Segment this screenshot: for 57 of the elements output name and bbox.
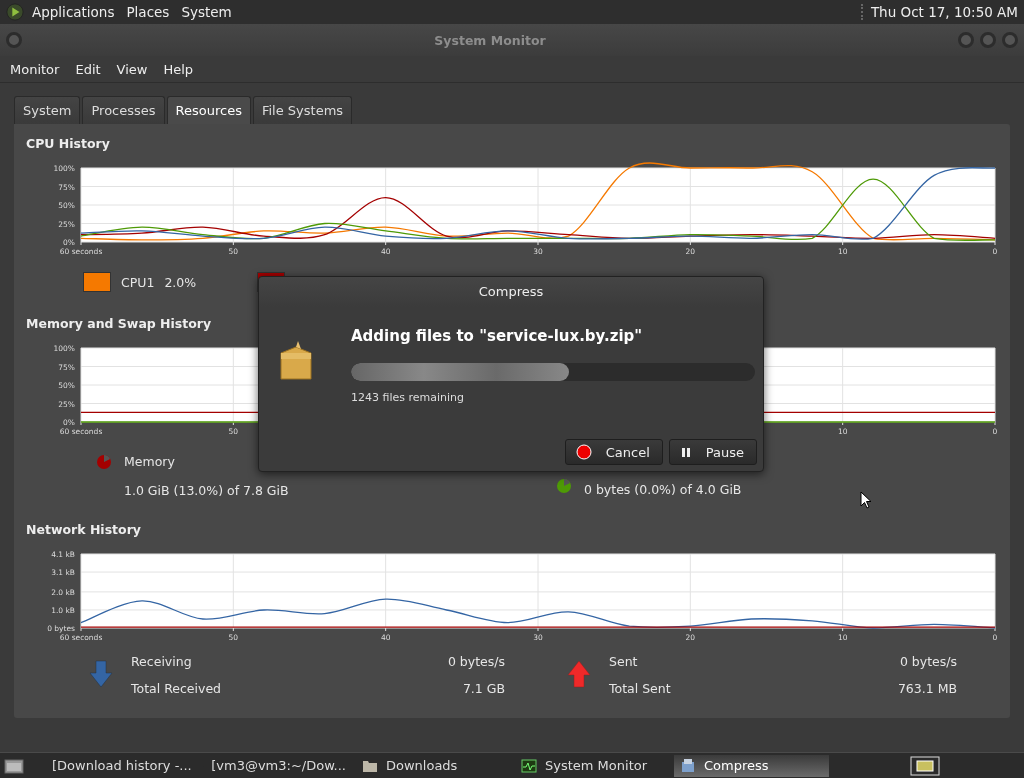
legend-value: 0 bytes/s [447,654,505,669]
legend-value: 7.1 GB [461,681,505,696]
play-icon[interactable] [6,3,24,21]
workspace-switcher-icon[interactable] [910,755,940,776]
package-icon [279,341,313,381]
section-title: Memory and Swap History [26,316,212,333]
legend-label: Total Received [131,681,223,696]
legend-value: 1.0 GiB (13.0%) of 7.8 GiB [124,483,289,498]
menu-item[interactable]: Monitor [4,59,66,79]
panel-menu[interactable]: System [181,4,232,20]
tab[interactable]: Resources [166,96,251,124]
close-button[interactable] [1002,32,1018,48]
pause-icon [679,446,692,458]
chart-icon [521,757,537,774]
maximize-button[interactable] [980,32,996,48]
tab[interactable]: File Systems [252,96,353,124]
tab[interactable]: Processes [82,96,165,124]
legend-label: Memory [124,454,176,469]
section-title: CPU History [26,136,110,153]
color-swatch[interactable] [83,272,111,292]
dialog-heading: Adding files to "service-lux.by.zip" [351,327,644,345]
taskbar-item[interactable]: [vm3@vm3:~/Dow... [197,754,352,777]
taskbar-item[interactable]: Compress [674,754,829,777]
menu-item[interactable]: View [110,59,154,79]
dialog-title: Compress [259,277,763,307]
desktop-icon[interactable] [4,757,24,774]
legend-value: 0 bytes (0.0%) of 4.0 GiB [584,482,742,497]
taskbar-item[interactable]: [Download history -... [38,754,193,777]
archive-icon [680,757,696,774]
clock[interactable]: Thu Oct 17, 10:50 AM [860,4,1018,20]
menu-item[interactable]: Help [157,59,200,79]
legend-label: Receiving [131,654,193,669]
window-menu-icon[interactable] [6,32,22,48]
legend-label: Sent [609,654,639,669]
mouse-pointer-icon [860,491,872,509]
cancel-button[interactable]: Cancel [564,439,663,465]
taskbar-item[interactable]: Downloads [356,754,511,777]
taskbar-item[interactable]: System Monitor [515,754,670,777]
window-title: System Monitor [433,32,547,48]
tab[interactable]: System [14,96,81,124]
status-text: 1243 files remaining [351,391,465,404]
stop-icon [575,444,592,460]
section-title: Network History [26,522,141,539]
legend-label: Total Sent [609,681,672,696]
menu-item[interactable]: Edit [69,59,107,79]
legend-label: CPU1 [121,274,155,290]
up-arrow-icon[interactable] [567,660,591,688]
pause-button[interactable]: Pause [668,439,757,465]
pie-icon[interactable] [96,454,112,470]
minimize-button[interactable] [958,32,974,48]
pie-icon[interactable] [556,478,572,494]
down-arrow-icon[interactable] [89,660,113,688]
panel-menu[interactable]: Applications [32,4,115,20]
legend-value: 763.1 MB [897,681,957,696]
legend-value: 0 bytes/s [898,654,957,669]
panel-menu[interactable]: Places [126,4,170,20]
legend-value: 2.0% [164,274,197,290]
